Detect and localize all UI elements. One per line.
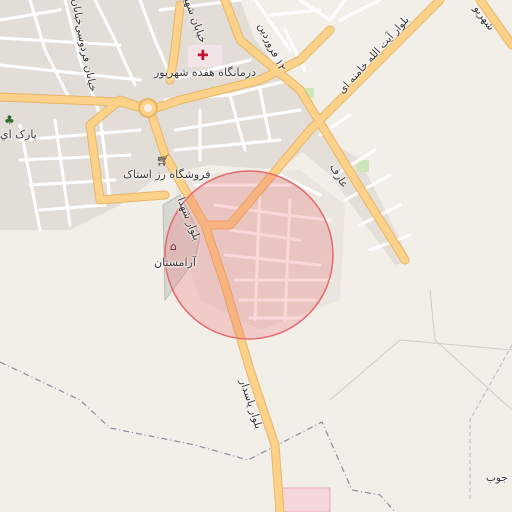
tree-icon[interactable]: ♣ — [4, 114, 15, 126]
track-line — [329, 339, 512, 401]
hospital-area-south — [279, 487, 331, 512]
shopping-cart-icon[interactable]: 🛒︎ — [156, 155, 170, 166]
admin-boundary — [0, 361, 396, 512]
poi-label-hospital[interactable]: درمانگاه هفده شهریور — [154, 66, 256, 79]
map-view[interactable]: ✚ درمانگاه هفده شهریور 🛒︎ فروشگاه رز است… — [0, 0, 512, 512]
poi-label-park[interactable]: پارک اي — [0, 128, 37, 141]
cemetery-icon[interactable]: ⌂ — [170, 241, 177, 252]
poi-label-cemetery[interactable]: آرامستان — [154, 256, 196, 269]
road-label-jub: جوب — [486, 472, 508, 484]
highlight-circle — [164, 170, 334, 340]
hospital-cross-icon[interactable]: ✚ — [197, 49, 209, 63]
poi-label-shop[interactable]: فروشگاه رز استاک — [123, 168, 210, 181]
track-line — [429, 289, 512, 411]
